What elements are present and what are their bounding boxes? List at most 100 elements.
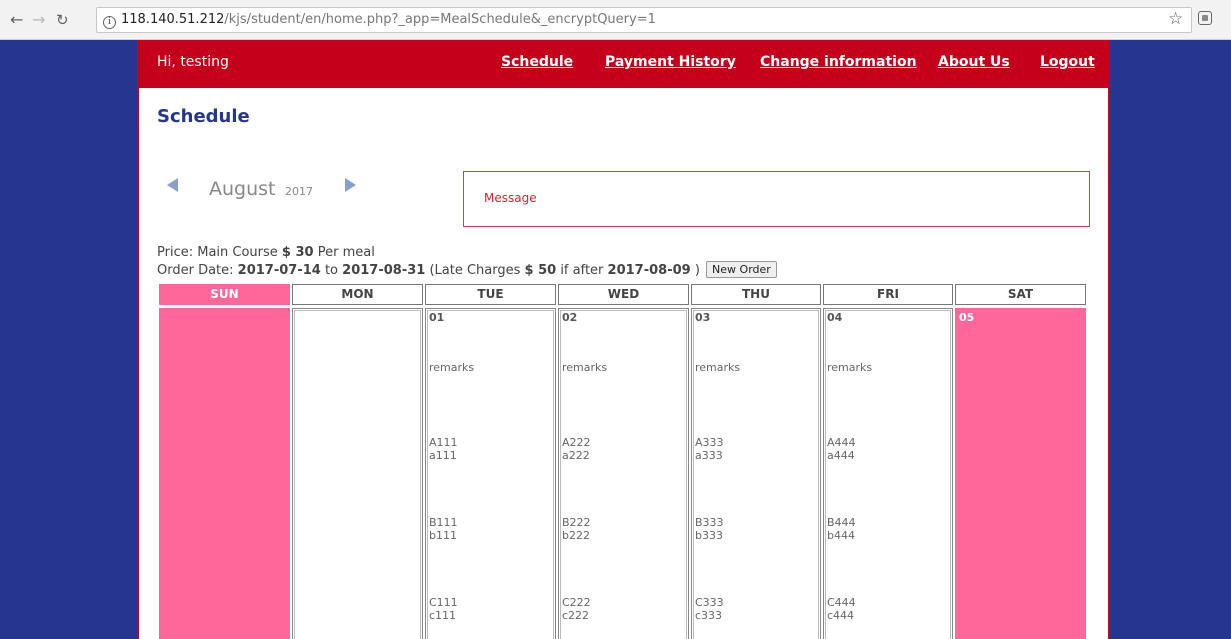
calendar-cell-mon[interactable] (292, 308, 423, 639)
calendar-cell-fri[interactable]: 04 remarks A444 a444 B444 b444 C444 c444 (823, 308, 953, 639)
order-end-date: 2017-08-31 (342, 263, 426, 278)
order-start-date: 2017-07-14 (237, 263, 321, 278)
day-header-tue: TUE (425, 284, 556, 305)
extension-icon[interactable] (1198, 11, 1212, 25)
date-number: 02 (562, 311, 578, 324)
meal-subcode: c222 (562, 609, 590, 622)
meal-subcode: a444 (827, 449, 855, 462)
year-label: 2017 (285, 185, 313, 198)
meal-subcode: a111 (429, 449, 457, 462)
date-number: 03 (695, 311, 711, 324)
meal-code: A333 (695, 436, 724, 449)
nav-payment-history-link[interactable]: Payment History (605, 54, 736, 70)
date-number: 01 (429, 311, 445, 324)
meal-code: A222 (562, 436, 591, 449)
page-background: Hi, testing Schedule Payment History Cha… (0, 40, 1231, 639)
url-path: /kjs/student/en/home.php?_app=MealSchedu… (224, 12, 656, 27)
bookmark-star-icon[interactable]: ☆ (1168, 9, 1183, 29)
order-date-label: Order Date: (157, 263, 238, 278)
message-box: Message (463, 171, 1090, 227)
remarks-text: remarks (695, 361, 741, 374)
back-arrow-icon[interactable]: ← (10, 10, 23, 30)
price-label: Price: Main Course (157, 245, 282, 260)
order-to-text: to (320, 263, 343, 278)
meal-code: B333 (695, 516, 724, 529)
meal-code: A111 (429, 436, 458, 449)
meal-b[interactable]: B444 b444 (827, 516, 856, 542)
site-info-icon[interactable]: i (103, 16, 116, 29)
nav-schedule-link[interactable]: Schedule (501, 54, 573, 70)
calendar-cell-wed[interactable]: 02 remarks A222 a222 B222 b222 C222 c222 (558, 308, 689, 639)
user-greeting: Hi, testing (157, 54, 229, 70)
next-month-arrow-icon[interactable] (345, 178, 356, 192)
day-header-mon: MON (292, 284, 423, 305)
remarks-text: remarks (827, 361, 873, 374)
date-number: 05 (959, 311, 975, 324)
remarks-text: remarks (429, 361, 475, 374)
meal-subcode: b111 (429, 529, 457, 542)
meal-b[interactable]: B222 b222 (562, 516, 591, 542)
late-charges-suffix: ) (690, 263, 700, 278)
meal-b[interactable]: B111 b111 (429, 516, 458, 542)
late-charges-mid: if after (556, 263, 608, 278)
prev-month-arrow-icon[interactable] (167, 178, 178, 192)
meal-a[interactable]: A111 a111 (429, 436, 458, 462)
calendar-cell-sat[interactable]: 05 (955, 308, 1086, 639)
meal-subcode: c333 (695, 609, 723, 622)
meal-code: B444 (827, 516, 856, 529)
order-date-info: Order Date: 2017-07-14 to 2017-08-31 (La… (157, 261, 777, 278)
message-text: Message (484, 191, 537, 205)
calendar-cell-tue[interactable]: 01 remarks A111 a111 B111 b111 C111 c111 (425, 308, 556, 639)
meal-code: C333 (695, 596, 724, 609)
price-suffix: Per meal (313, 245, 375, 260)
meal-b[interactable]: B333 b333 (695, 516, 724, 542)
meal-c[interactable]: C333 c333 (695, 596, 724, 622)
price-amount: $ 30 (281, 245, 314, 260)
meal-subcode: b333 (695, 529, 723, 542)
late-charges-prefix: (Late Charges (425, 263, 525, 278)
day-header-thu: THU (691, 284, 821, 305)
meal-subcode: a222 (562, 449, 590, 462)
meal-a[interactable]: A444 a444 (827, 436, 856, 462)
meal-c[interactable]: C444 c444 (827, 596, 856, 622)
late-charges-amount: $ 50 (524, 263, 557, 278)
date-number: 04 (827, 311, 843, 324)
meal-c[interactable]: C111 c111 (429, 596, 458, 622)
day-header-wed: WED (558, 284, 689, 305)
meal-code: B111 (429, 516, 458, 529)
meal-a[interactable]: A333 a333 (695, 436, 724, 462)
calendar-cell-sun[interactable] (159, 308, 290, 639)
meal-a[interactable]: A222 a222 (562, 436, 591, 462)
nav-logout-link[interactable]: Logout (1040, 54, 1095, 70)
price-info: Price: Main Course $ 30 Per meal (157, 245, 375, 260)
meal-subcode: c444 (827, 609, 855, 622)
meal-code: A444 (827, 436, 856, 449)
meal-c[interactable]: C222 c222 (562, 596, 591, 622)
address-bar[interactable]: i 118.140.51.212/kjs/student/en/home.php?… (96, 7, 1192, 33)
meal-subcode: b444 (827, 529, 855, 542)
top-nav-bar: Hi, testing Schedule Payment History Cha… (139, 40, 1108, 88)
meal-code: C444 (827, 596, 856, 609)
nav-about-us-link[interactable]: About Us (938, 54, 1010, 70)
meal-subcode: b222 (562, 529, 590, 542)
meal-subcode: c111 (429, 609, 457, 622)
remarks-text: remarks (562, 361, 608, 374)
url-host: 118.140.51.212 (121, 12, 225, 27)
month-label: August (209, 178, 276, 200)
main-content: Hi, testing Schedule Payment History Cha… (137, 40, 1110, 639)
meal-code: B222 (562, 516, 591, 529)
reload-icon[interactable]: ↻ (56, 10, 69, 30)
meal-code: C222 (562, 596, 591, 609)
day-header-sun: SUN (159, 284, 290, 305)
meal-subcode: a333 (695, 449, 723, 462)
page-title: Schedule (157, 106, 250, 127)
meal-code: C111 (429, 596, 458, 609)
new-order-button[interactable]: New Order (706, 261, 777, 278)
forward-arrow-icon[interactable]: → (32, 10, 45, 30)
nav-change-information-link[interactable]: Change information (760, 54, 917, 70)
day-header-sat: SAT (955, 284, 1086, 305)
late-charges-date: 2017-08-09 (607, 263, 691, 278)
browser-toolbar: ← → ↻ i 118.140.51.212/kjs/student/en/hom… (0, 0, 1231, 40)
calendar-cell-thu[interactable]: 03 remarks A333 a333 B333 b333 C333 c333 (691, 308, 821, 639)
day-header-fri: FRI (823, 284, 953, 305)
